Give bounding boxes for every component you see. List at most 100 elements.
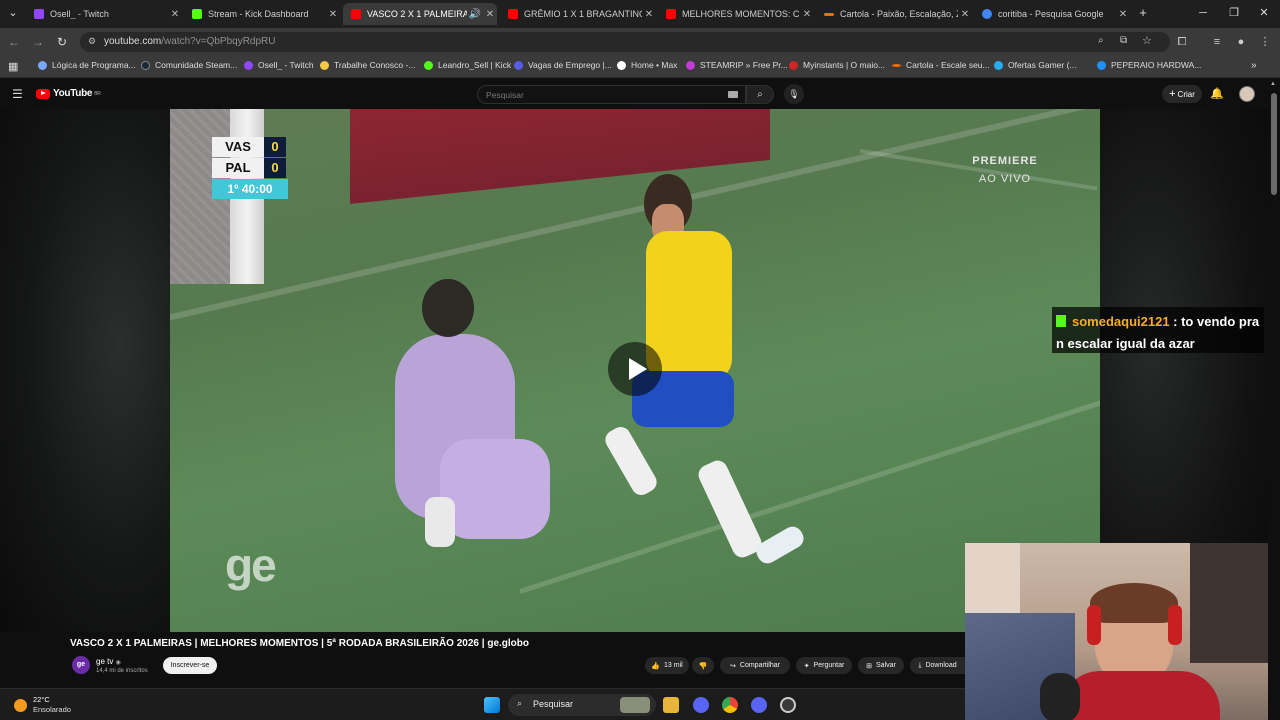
twitch-icon xyxy=(34,9,44,19)
minimize-icon[interactable]: ─ xyxy=(1195,5,1211,21)
discord-icon[interactable] xyxy=(751,697,767,713)
more-bookmarks-icon[interactable]: » xyxy=(1251,60,1257,71)
share-button[interactable]: ↪ Compartilhar xyxy=(720,657,790,674)
site-info-icon[interactable]: ⚙ xyxy=(88,36,96,47)
like-button[interactable]: 👍 13 mil xyxy=(645,657,689,674)
close-tab-icon[interactable]: ✕ xyxy=(1116,9,1130,20)
match-clock: 1º 40:00 xyxy=(212,179,288,199)
channel-name[interactable]: ge tv ◉ xyxy=(96,657,121,666)
zoom-icon[interactable]: ⌕ xyxy=(1098,35,1104,46)
tab-google-coritiba[interactable]: coritiba - Pesquisa Google ✕ xyxy=(974,3,1130,25)
back-icon[interactable]: ← xyxy=(6,34,22,50)
save-icon: ⊞ xyxy=(866,662,873,670)
tab-vasco-palmeiras[interactable]: VASCO 2 X 1 PALMEIRAS | 🔊 ✕ xyxy=(343,3,497,25)
discord-icon[interactable] xyxy=(693,697,709,713)
chrome-icon[interactable] xyxy=(722,697,738,713)
away-team: PAL xyxy=(212,158,264,178)
search-button[interactable]: ⌕ xyxy=(746,85,774,104)
new-tab-icon[interactable]: + xyxy=(1135,5,1151,21)
obs-icon[interactable] xyxy=(780,697,796,713)
close-tab-icon[interactable]: ✕ xyxy=(326,9,340,20)
tab-cartola[interactable]: Cartola - Paixão, Escalação, Zoe ✕ xyxy=(816,3,972,25)
browser-tab-strip: ⌄ Osell_ - Twitch ✕ Stream - Kick Dashbo… xyxy=(0,0,1280,28)
speaker-icon[interactable]: 🔊 xyxy=(467,9,483,20)
home-score: 0 xyxy=(264,137,286,157)
home-team: VAS xyxy=(212,137,264,157)
bookmark-item[interactable]: Ofertas Gamer (... xyxy=(994,60,1077,70)
tab-twitch[interactable]: Osell_ - Twitch ✕ xyxy=(26,3,182,25)
forward-icon[interactable]: → xyxy=(30,34,46,50)
bookmark-star-icon[interactable]: ☆ xyxy=(1142,34,1152,47)
youtube-header: ☰ YouTube BR Pesquisar ⌕ 🎙 + Criar 🔔 xyxy=(0,79,1280,109)
cartola-icon xyxy=(824,12,834,16)
tab-search-icon[interactable]: ⌄ xyxy=(5,5,21,21)
close-tab-icon[interactable]: ✕ xyxy=(168,9,182,20)
bookmark-item[interactable]: Cartola - Escale seu... xyxy=(892,60,990,70)
apps-grid-icon[interactable]: ▦ xyxy=(8,60,18,73)
bookmark-item[interactable]: Vagas de Emprego |... xyxy=(514,60,612,70)
keyboard-icon[interactable] xyxy=(728,91,738,98)
bookmark-item[interactable]: PEPERAIO HARDWA... xyxy=(1097,60,1201,70)
bookmark-item[interactable]: Trabalhe Conosco -... xyxy=(320,60,415,70)
goalkeeper-legs xyxy=(440,439,550,539)
verified-icon: ◉ xyxy=(115,660,121,666)
page-scrollbar[interactable]: ▲ xyxy=(1268,79,1280,720)
sun-icon[interactable] xyxy=(14,699,27,712)
bookmark-item[interactable]: Leandro_Sell | Kick xyxy=(424,60,511,70)
save-button[interactable]: ⊞ Salvar xyxy=(858,657,904,674)
bookmark-item[interactable]: Comunidade Steam... xyxy=(141,60,237,70)
weather-temp: 22°C xyxy=(33,695,50,704)
tab-kick[interactable]: Stream - Kick Dashboard ✕ xyxy=(184,3,340,25)
download-button[interactable]: ⤓ Download xyxy=(910,657,965,674)
scrollbar-thumb[interactable] xyxy=(1271,93,1277,195)
ask-button[interactable]: ✦ Perguntar xyxy=(796,657,852,674)
close-tab-icon[interactable]: ✕ xyxy=(483,9,497,20)
player-sock xyxy=(695,457,765,561)
sparkle-icon: ✦ xyxy=(803,662,810,670)
steam-icon xyxy=(141,60,150,70)
search-input[interactable]: Pesquisar xyxy=(477,85,746,104)
menu-icon[interactable]: ⋮ xyxy=(1257,34,1273,50)
create-button[interactable]: + Criar xyxy=(1162,85,1202,103)
dislike-button[interactable]: 👎 xyxy=(692,657,714,674)
taskbar-search[interactable]: ⌕ Pesquisar xyxy=(508,694,656,716)
headset-icon xyxy=(1168,605,1182,645)
goalkeeper-boot xyxy=(425,497,455,547)
close-tab-icon[interactable]: ✕ xyxy=(642,9,656,20)
youtube-icon xyxy=(666,9,676,19)
subscribe-button[interactable]: Inscrever-se xyxy=(163,657,217,674)
reading-list-icon[interactable]: ≡ xyxy=(1209,34,1225,50)
youtube-logo[interactable]: YouTube BR xyxy=(36,88,101,99)
play-button-icon[interactable] xyxy=(608,342,662,396)
search-highlight-image xyxy=(620,697,650,713)
extensions-icon[interactable]: ⧠ xyxy=(1174,34,1190,50)
bookmark-item[interactable]: Home • Max xyxy=(617,60,677,70)
close-tab-icon[interactable]: ✕ xyxy=(958,9,972,20)
address-toolbar: ← → ↻ ⚙ youtube.com/watch?v=QbPbqyRdpRU … xyxy=(0,28,1280,56)
windows-start-icon[interactable] xyxy=(484,697,500,713)
notifications-bell-icon[interactable]: 🔔 xyxy=(1210,87,1224,101)
youtube-icon xyxy=(508,9,518,19)
mic-icon[interactable]: 🎙 xyxy=(784,84,804,104)
file-explorer-icon[interactable] xyxy=(663,697,679,713)
channel-avatar[interactable]: ge xyxy=(72,656,90,674)
close-tab-icon[interactable]: ✕ xyxy=(800,9,814,20)
profile-icon[interactable]: ● xyxy=(1233,34,1249,50)
avatar[interactable] xyxy=(1239,86,1255,102)
tab-melhores-momentos[interactable]: MELHORES MOMENTOS: CELT ✕ xyxy=(658,3,814,25)
search-icon: ⌕ xyxy=(517,698,523,708)
cast-icon[interactable]: ⧉ xyxy=(1120,35,1127,46)
bookmark-item[interactable]: Lógica de Programa... xyxy=(38,60,136,70)
tab-gremio-bragantino[interactable]: GRÊMIO 1 X 1 BRAGANTINO | ✕ xyxy=(500,3,656,25)
restore-icon[interactable]: ❐ xyxy=(1226,5,1242,21)
bookmark-item[interactable]: STEAMRIP » Free Pr... xyxy=(686,60,788,70)
chat-message: somedaqui2121 : to vendo pra n escalar i… xyxy=(1052,307,1264,353)
reload-icon[interactable]: ↻ xyxy=(54,34,70,50)
address-bar[interactable]: ⚙ youtube.com/watch?v=QbPbqyRdpRU ⌕ ⧉ ☆ xyxy=(80,32,1170,52)
close-window-icon[interactable]: ✕ xyxy=(1256,5,1272,21)
bookmark-item[interactable]: Osell_ - Twitch xyxy=(244,60,314,70)
bookmark-item[interactable]: Myinstants | O maio... xyxy=(789,60,885,70)
scroll-up-icon[interactable]: ▲ xyxy=(1270,81,1276,87)
hamburger-menu-icon[interactable]: ☰ xyxy=(12,87,23,101)
bookmark-favicon xyxy=(514,60,523,70)
